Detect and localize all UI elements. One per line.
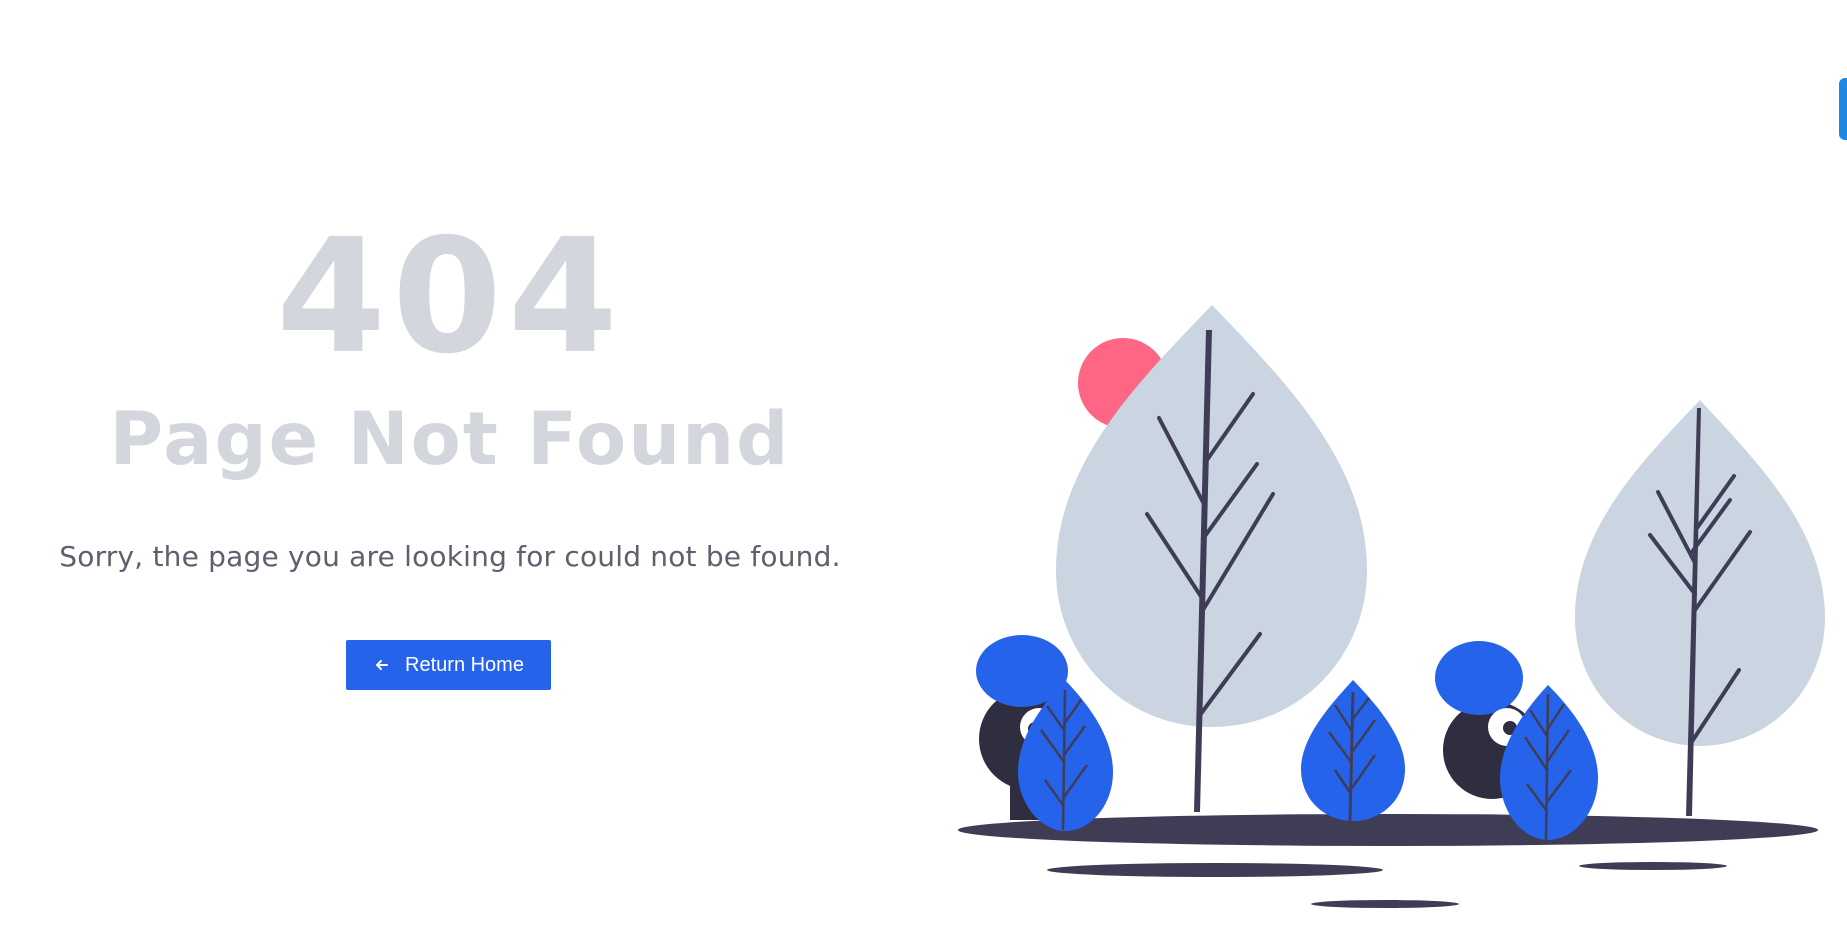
error-message: Sorry, the page you are looking for coul…: [59, 540, 841, 573]
error-code: 404: [276, 205, 624, 389]
error-content: 404 Page Not Found Sorry, the page you a…: [0, 0, 900, 926]
ground-shadow-small: [1311, 900, 1459, 908]
ground-shadow-small: [1579, 862, 1727, 870]
small-tree-middle: [1301, 680, 1405, 823]
return-home-label: Return Home: [405, 653, 524, 676]
error-404-page: 404 Page Not Found Sorry, the page you a…: [0, 0, 1847, 926]
side-edge-tab[interactable]: [1839, 78, 1847, 140]
page-title: Page Not Found: [109, 397, 791, 482]
ground-shadow-small: [1047, 863, 1383, 877]
return-home-button[interactable]: Return Home: [346, 640, 551, 690]
tree-right: [1575, 400, 1825, 816]
hiding-figure-right: [1435, 641, 1598, 841]
arrow-left-icon: [373, 656, 391, 674]
trees-with-hiding-figures-illustration: [958, 305, 1825, 908]
